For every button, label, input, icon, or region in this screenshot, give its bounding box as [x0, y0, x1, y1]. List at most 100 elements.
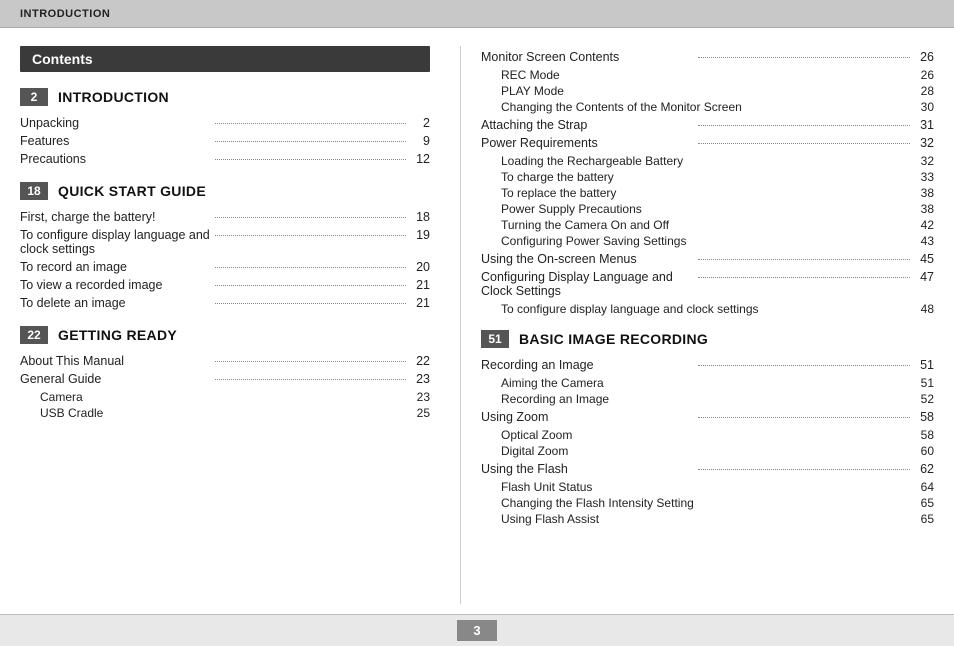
section-2-header: 2 INTRODUCTION [20, 88, 430, 106]
dots [698, 417, 911, 418]
page-num: 25 [410, 406, 430, 420]
section-18-num: 18 [20, 182, 48, 200]
page-num: 65 [914, 512, 934, 526]
entry-title: General Guide [20, 372, 211, 386]
toc-entry-charge: First, charge the battery! 18 [20, 210, 430, 224]
entry-title: Features [20, 134, 211, 148]
page-num: 22 [410, 354, 430, 368]
toc-entry-config-display: Configuring Display Language and Clock S… [481, 270, 934, 298]
dots [215, 123, 406, 124]
page-num: 52 [914, 392, 934, 406]
page-num: 2 [410, 116, 430, 130]
left-column: Contents 2 INTRODUCTION Unpacking 2 Feat… [20, 46, 450, 604]
sub-entry-rec-mode: REC Mode 26 [501, 68, 934, 82]
page-num: 45 [914, 252, 934, 266]
page-num: 20 [410, 260, 430, 274]
section-51-title: BASIC IMAGE RECORDING [519, 331, 708, 347]
sub-entry-camera: Camera 23 [40, 390, 430, 404]
toc-entry-zoom: Using Zoom 58 [481, 410, 934, 424]
page-num: 28 [914, 84, 934, 98]
dots [698, 143, 911, 144]
page-num: 23 [410, 372, 430, 386]
section-2-num: 2 [20, 88, 48, 106]
sub-entry-power-saving: Configuring Power Saving Settings 43 [501, 234, 934, 248]
toc-entry-record: To record an image 20 [20, 260, 430, 274]
page-number: 3 [457, 620, 496, 641]
page-num: 58 [914, 428, 934, 442]
entry-title: REC Mode [501, 68, 914, 82]
entry-title: Precautions [20, 152, 211, 166]
page-num: 65 [914, 496, 934, 510]
dots [215, 267, 406, 268]
page-num: 30 [914, 100, 934, 114]
toc-entry-about: About This Manual 22 [20, 354, 430, 368]
page-num: 12 [410, 152, 430, 166]
entry-title: Aiming the Camera [501, 376, 914, 390]
section-18-header: 18 QUICK START GUIDE [20, 182, 430, 200]
page-wrapper: INTRODUCTION Contents 2 INTRODUCTION Unp… [0, 0, 954, 646]
toc-entry-view: To view a recorded image 21 [20, 278, 430, 292]
page-num: 64 [914, 480, 934, 494]
page-num: 21 [410, 278, 430, 292]
sub-entry-config-lang: To configure display language and clock … [501, 302, 934, 316]
entry-title: To configure display language and clock … [501, 302, 914, 316]
sub-entry-flash-assist: Using Flash Assist 65 [501, 512, 934, 526]
page-num: 60 [914, 444, 934, 458]
page-num: 51 [914, 376, 934, 390]
entry-title: Recording an Image [481, 358, 694, 372]
entry-title: Power Supply Precautions [501, 202, 914, 216]
divider-vertical [460, 46, 461, 604]
sub-entry-turning-on: Turning the Camera On and Off 42 [501, 218, 934, 232]
entry-title: Turning the Camera On and Off [501, 218, 914, 232]
entry-title: To charge the battery [501, 170, 914, 184]
entry-title: Camera [40, 390, 410, 404]
page-num: 26 [914, 68, 934, 82]
dots [215, 361, 406, 362]
dots [698, 277, 911, 278]
entry-title: Power Requirements [481, 136, 694, 150]
right-column: Monitor Screen Contents 26 REC Mode 26 P… [471, 46, 934, 604]
toc-entry-delete: To delete an image 21 [20, 296, 430, 310]
dots [698, 125, 911, 126]
entry-title: Configuring Power Saving Settings [501, 234, 914, 248]
dots [698, 469, 911, 470]
entry-title: Using Flash Assist [501, 512, 914, 526]
sub-entry-recording-image: Recording an Image 52 [501, 392, 934, 406]
sub-entry-charge-battery: To charge the battery 33 [501, 170, 934, 184]
page-num: 23 [410, 390, 430, 404]
sub-entry-replace-battery: To replace the battery 38 [501, 186, 934, 200]
page-num: 19 [410, 228, 430, 242]
page-num: 43 [914, 234, 934, 248]
page-num: 32 [914, 136, 934, 150]
entry-title: Flash Unit Status [501, 480, 914, 494]
entry-title: About This Manual [20, 354, 211, 368]
bottom-bar: 3 [0, 614, 954, 646]
toc-entry-onscreen-menus: Using the On-screen Menus 45 [481, 252, 934, 266]
entry-title: Attaching the Strap [481, 118, 694, 132]
page-num: 9 [410, 134, 430, 148]
entry-title: Loading the Rechargeable Battery [501, 154, 914, 168]
entry-title: Digital Zoom [501, 444, 914, 458]
sub-entry-usb: USB Cradle 25 [40, 406, 430, 420]
dots [698, 259, 911, 260]
page-num: 32 [914, 154, 934, 168]
page-num: 38 [914, 202, 934, 216]
sub-entry-loading-battery: Loading the Rechargeable Battery 32 [501, 154, 934, 168]
entry-title: First, charge the battery! [20, 210, 211, 224]
sub-entry-flash-status: Flash Unit Status 64 [501, 480, 934, 494]
section-2-title: INTRODUCTION [58, 89, 169, 105]
entry-title: To replace the battery [501, 186, 914, 200]
entry-title: To record an image [20, 260, 211, 274]
dots [215, 303, 406, 304]
page-num: 33 [914, 170, 934, 184]
sub-entry-digital-zoom: Digital Zoom 60 [501, 444, 934, 458]
section-22-title: GETTING READY [58, 327, 177, 343]
sub-entry-changing-contents: Changing the Contents of the Monitor Scr… [501, 100, 934, 114]
dots [215, 379, 406, 380]
entry-title: Changing the Contents of the Monitor Scr… [501, 100, 914, 114]
toc-entry-unpacking: Unpacking 2 [20, 116, 430, 130]
contents-header: Contents [20, 46, 430, 72]
entry-title: USB Cradle [40, 406, 410, 420]
entry-title: PLAY Mode [501, 84, 914, 98]
toc-entry-flash: Using the Flash 62 [481, 462, 934, 476]
